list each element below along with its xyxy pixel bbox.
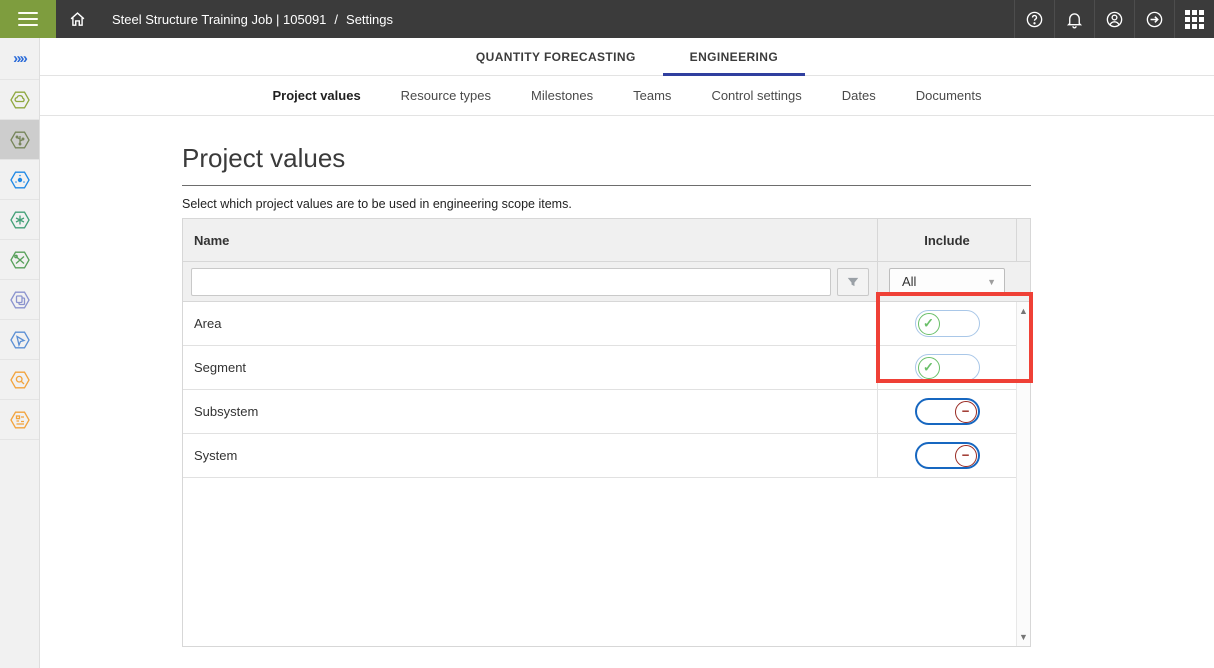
sidebar-expand-button[interactable]: »» [0, 38, 39, 80]
scroll-up-icon[interactable]: ▲ [1017, 306, 1030, 316]
logout-button[interactable] [1134, 0, 1174, 38]
sidebar-item-cursor[interactable] [0, 320, 39, 360]
table-scrollbar[interactable]: ▲ ▼ [1016, 302, 1030, 646]
include-filter-dropdown[interactable]: All ▼ [889, 268, 1005, 296]
tools-hexagon-icon [8, 248, 32, 272]
include-toggle[interactable]: − [915, 442, 980, 469]
name-filter-input[interactable] [191, 268, 831, 296]
name-filter-cell [183, 268, 877, 296]
sidebar-item-spark[interactable] [0, 200, 39, 240]
breadcrumb-job[interactable]: Steel Structure Training Job | 105091 [112, 12, 326, 27]
row-name: Subsystem [183, 390, 877, 433]
sidebar-item-search[interactable] [0, 360, 39, 400]
module-tabbar: QUANTITY FORECASTING ENGINEERING [40, 38, 1214, 76]
table-row[interactable]: Subsystem − [183, 390, 1016, 434]
topbar: Steel Structure Training Job | 105091 / … [0, 0, 1214, 38]
row-include-cell: − [877, 390, 1016, 433]
toggle-state-icon: ✓ [918, 313, 940, 335]
tab-engineering[interactable]: ENGINEERING [663, 38, 805, 75]
settings-subtabbar: Project values Resource types Milestones… [40, 76, 1214, 116]
copy-hexagon-icon [8, 288, 32, 312]
include-filter-cell: All ▼ [877, 262, 1016, 301]
filter-funnel-icon [846, 275, 860, 289]
bell-icon [1065, 10, 1084, 29]
branch-hexagon-icon [8, 128, 32, 152]
row-include-cell: − [877, 434, 1016, 477]
sidebar-item-copy[interactable] [0, 280, 39, 320]
sidebar-item-branch[interactable] [0, 120, 39, 160]
page-title: Project values [182, 143, 1214, 174]
table-row[interactable]: System − [183, 434, 1016, 478]
table-filter-row: All ▼ [183, 262, 1030, 302]
header-scroll-spacer [1016, 219, 1030, 261]
help-button[interactable] [1014, 0, 1054, 38]
row-name: System [183, 434, 877, 477]
cursor-hexagon-icon [8, 328, 32, 352]
apps-icon [1185, 10, 1204, 29]
row-name: Area [183, 302, 877, 345]
breadcrumb-separator: / [334, 12, 338, 27]
account-icon [1105, 10, 1124, 29]
include-toggle[interactable]: − [915, 398, 980, 425]
help-icon [1025, 10, 1044, 29]
account-button[interactable] [1094, 0, 1134, 38]
table-header-row: Name Include [183, 219, 1030, 262]
logout-icon [1145, 10, 1164, 29]
spark-hexagon-icon [8, 208, 32, 232]
row-include-cell: ✓ [877, 302, 1016, 345]
subtab-milestones[interactable]: Milestones [531, 88, 593, 103]
breadcrumb-page: Settings [346, 12, 393, 27]
tab-quantity-forecasting[interactable]: QUANTITY FORECASTING [449, 38, 663, 75]
subtab-project-values[interactable]: Project values [273, 88, 361, 103]
sidebar-item-checklist[interactable] [0, 400, 39, 440]
hamburger-menu-button[interactable] [0, 0, 56, 38]
sidebar-item-hub[interactable] [0, 160, 39, 200]
main-area: QUANTITY FORECASTING ENGINEERING Project… [40, 38, 1214, 647]
column-header-name: Name [183, 219, 877, 261]
apps-button[interactable] [1174, 0, 1214, 38]
chevron-down-icon: ▼ [987, 277, 996, 287]
breadcrumb: Steel Structure Training Job | 105091 / … [98, 0, 393, 38]
subtab-dates[interactable]: Dates [842, 88, 876, 103]
subtab-documents[interactable]: Documents [916, 88, 982, 103]
filter-button[interactable] [837, 268, 869, 296]
scroll-down-icon[interactable]: ▼ [1017, 632, 1030, 642]
include-toggle[interactable]: ✓ [915, 310, 980, 337]
topbar-actions [1014, 0, 1214, 38]
double-chevron-right-icon: »» [13, 50, 26, 67]
sidebar-item-cloud[interactable] [0, 80, 39, 120]
content: Project values Select which project valu… [40, 143, 1214, 647]
column-header-include: Include [877, 219, 1016, 261]
title-divider [182, 185, 1031, 186]
hamburger-icon [18, 8, 38, 30]
subtab-resource-types[interactable]: Resource types [401, 88, 491, 103]
sidebar: »» [0, 38, 40, 668]
include-toggle[interactable]: ✓ [915, 354, 980, 381]
home-button[interactable] [56, 0, 98, 38]
toggle-state-icon: − [955, 401, 977, 423]
cloud-hexagon-icon [8, 88, 32, 112]
include-filter-value: All [902, 274, 916, 289]
row-name: Segment [183, 346, 877, 389]
search-hexagon-icon [8, 368, 32, 392]
subtab-teams[interactable]: Teams [633, 88, 671, 103]
checklist-hexagon-icon [8, 408, 32, 432]
table-body: Area ✓ Segment ✓ S [183, 302, 1030, 646]
home-icon [69, 11, 86, 28]
toggle-state-icon: ✓ [918, 357, 940, 379]
toggle-state-icon: − [955, 445, 977, 467]
page-description: Select which project values are to be us… [182, 197, 1214, 211]
row-include-cell: ✓ [877, 346, 1016, 389]
table-row[interactable]: Area ✓ [183, 302, 1016, 346]
sidebar-item-tools[interactable] [0, 240, 39, 280]
notifications-button[interactable] [1054, 0, 1094, 38]
project-values-table: Name Include All ▼ [182, 218, 1031, 647]
subtab-control-settings[interactable]: Control settings [711, 88, 801, 103]
table-row[interactable]: Segment ✓ [183, 346, 1016, 390]
hub-hexagon-icon [8, 168, 32, 192]
